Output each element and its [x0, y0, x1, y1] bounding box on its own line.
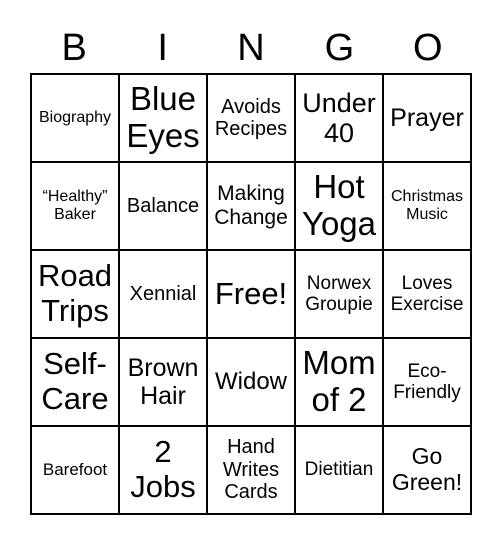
bingo-cell[interactable]: Norwex Groupie — [295, 250, 383, 338]
bingo-cell[interactable]: Mom of 2 — [295, 338, 383, 426]
bingo-cell[interactable]: Christmas Music — [383, 162, 471, 250]
bingo-cell[interactable]: Dietitian — [295, 426, 383, 514]
bingo-cell[interactable]: Brown Hair — [119, 338, 207, 426]
bingo-cell[interactable]: Making Change — [207, 162, 295, 250]
bingo-cell[interactable]: Hand Writes Cards — [207, 426, 295, 514]
bingo-cell[interactable]: Widow — [207, 338, 295, 426]
bingo-cell[interactable]: Hot Yoga — [295, 162, 383, 250]
bingo-cell[interactable]: Avoids Recipes — [207, 74, 295, 162]
bingo-cell[interactable]: Barefoot — [31, 426, 119, 514]
bingo-cell[interactable]: 2 Jobs — [119, 426, 207, 514]
bingo-cell[interactable]: Go Green! — [383, 426, 471, 514]
bingo-cell[interactable]: “Healthy” Baker — [31, 162, 119, 250]
header-letter-g: G — [324, 27, 355, 69]
bingo-cell[interactable]: Prayer — [383, 74, 471, 162]
bingo-cell[interactable]: Xennial — [119, 250, 207, 338]
bingo-cell[interactable]: Balance — [119, 162, 207, 250]
bingo-cell[interactable]: Biography — [31, 74, 119, 162]
bingo-cell[interactable]: Under 40 — [295, 74, 383, 162]
bingo-header: B I N G O — [30, 25, 472, 71]
bingo-grid: Biography Blue Eyes Avoids Recipes Under 40… — [30, 73, 472, 515]
bingo-cell[interactable]: Self-Care — [31, 338, 119, 426]
header-letter-b: B — [61, 27, 87, 69]
bingo-cell[interactable]: Eco-Friendly — [383, 338, 471, 426]
bingo-cell[interactable]: Loves Exercise — [383, 250, 471, 338]
header-letter-i: I — [157, 27, 168, 69]
header-letter-n: N — [237, 27, 265, 69]
bingo-cell[interactable]: Blue Eyes — [119, 74, 207, 162]
bingo-cell[interactable]: Free! — [207, 250, 295, 338]
header-letter-o: O — [413, 27, 443, 69]
bingo-cell[interactable]: Road Trips — [31, 250, 119, 338]
